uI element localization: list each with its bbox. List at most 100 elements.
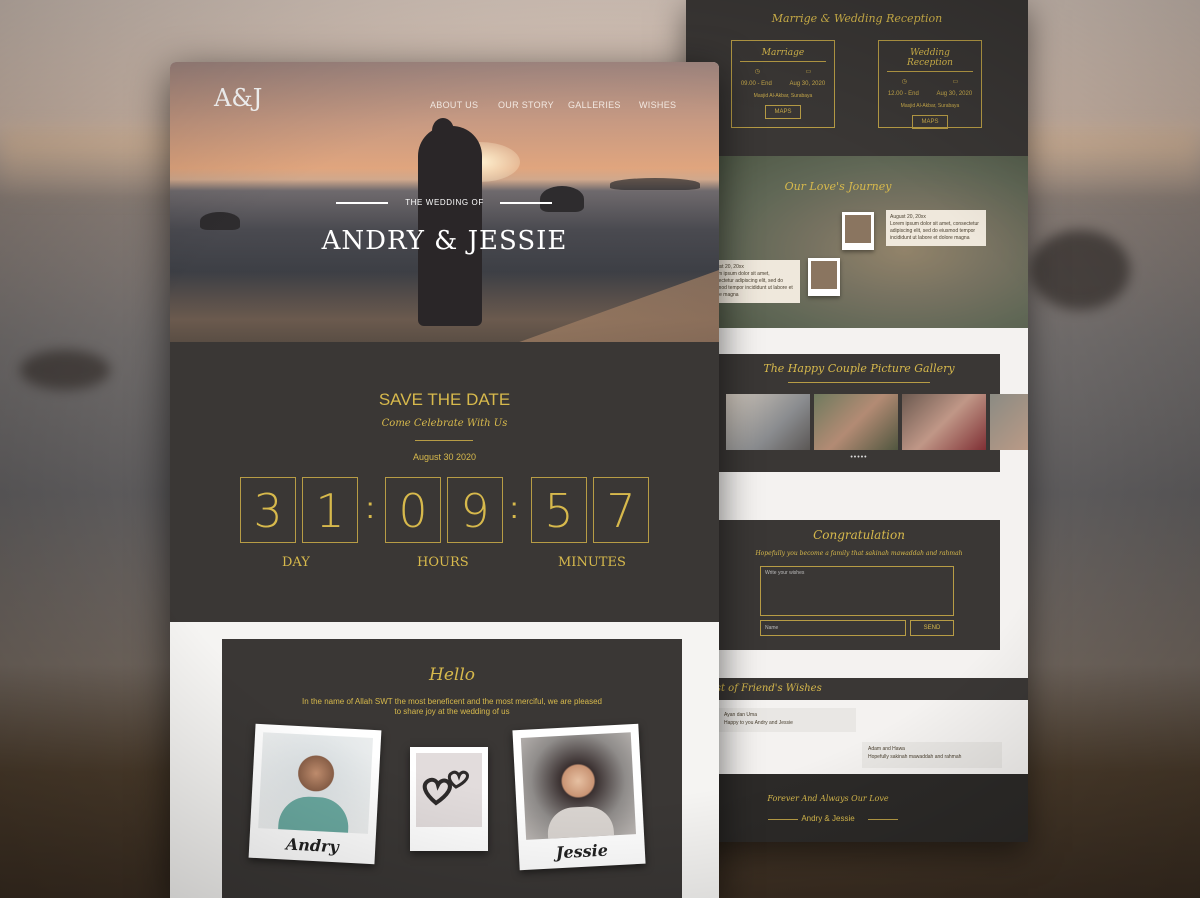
journey-title: Our Love's Journey: [784, 180, 892, 193]
save-divider: [415, 440, 473, 441]
wishes-title: List of Friend's Wishes: [706, 683, 822, 694]
congratulation-section: Congratulation Hopefully you become a fa…: [718, 520, 1000, 650]
nav-wishes[interactable]: WISHES: [639, 100, 676, 110]
countdown-separator: :: [366, 492, 375, 525]
groom-photo: [258, 732, 374, 834]
event-date: Aug 30, 2020: [789, 81, 826, 87]
gallery-title-underline: [788, 382, 930, 383]
countdown-day-digit: 1: [302, 477, 358, 543]
countdown-hour-digit: 9: [447, 477, 503, 543]
groom-name: Andry: [285, 834, 340, 857]
site-logo[interactable]: A&J: [214, 84, 262, 112]
event-card-reception: Wedding Reception ◷ ▭ 12.00 - End Aug 30, …: [878, 40, 982, 129]
gallery-title: The Happy Couple Picture Gallery: [763, 362, 955, 375]
hero-section: A&J ABOUT US OUR STORY GALLERIES WISHES …: [170, 62, 719, 362]
hero-title: ANDRY & JESSIE: [321, 226, 568, 256]
gallery-photo[interactable]: [726, 394, 810, 450]
nav-galleries[interactable]: GALLERIES: [568, 100, 621, 110]
countdown-hour-digit: 0: [385, 477, 441, 543]
hello-text-line2: to share joy at the wedding of us: [394, 707, 510, 716]
gallery-dots[interactable]: •••••: [718, 454, 1000, 461]
wish-name: Ayan dan Uma: [724, 712, 757, 718]
main-page-preview: A&J ABOUT US OUR STORY GALLERIES WISHES …: [170, 62, 719, 898]
nav-our-story[interactable]: OUR STORY: [498, 100, 554, 110]
footer-line: [868, 819, 898, 820]
wish-text: Happy to you Andry and Jessie: [724, 719, 793, 726]
wish-item: Ayan dan Uma Happy to you Andry and Jess…: [718, 708, 856, 732]
event-time: 12.00 - End: [887, 91, 919, 97]
footer: Forever And Always Our Love Andry & Jess…: [718, 774, 1028, 842]
save-date: August 30 2020: [412, 452, 477, 462]
calendar-icon: ▭: [805, 69, 812, 75]
event-date: Aug 30, 2020: [936, 91, 973, 97]
silhouette-head: [432, 118, 454, 144]
event-title: Marriage: [740, 48, 826, 62]
groom-shirt: [278, 795, 350, 833]
background-rock: [20, 350, 110, 390]
footer-title: Forever And Always Our Love: [767, 794, 889, 803]
photo-placeholder: [811, 261, 837, 289]
clock-icon: ◷: [754, 69, 761, 75]
clock-icon: ◷: [901, 79, 908, 85]
countdown-unit-hours: HOURS: [417, 555, 469, 570]
textarea-placeholder: Write your wishes: [765, 570, 805, 576]
save-subtitle: Come Celebrate With Us: [381, 418, 508, 429]
footer-names: Andry & Jessie: [801, 814, 855, 823]
send-button[interactable]: SEND: [910, 620, 954, 636]
hello-text-line1: In the name of Allah SWT the most benefi…: [301, 697, 602, 706]
groom-photo-frame: Andry: [248, 723, 382, 865]
bride-scarf: [546, 805, 615, 839]
hearts-frame: [410, 747, 488, 851]
note-date: August 20, 20xx: [890, 214, 926, 220]
events-section: Marrige & Wedding Reception Marriage ◷ ▭ …: [686, 0, 1028, 156]
events-title: Marrige & Wedding Reception: [771, 12, 943, 25]
countdown-minute-digit: 7: [593, 477, 649, 543]
nav-about-us[interactable]: ABOUT US: [430, 100, 478, 110]
bride-photo: [520, 732, 637, 840]
name-placeholder: Name: [765, 625, 779, 631]
event-card-marriage: Marriage ◷ ▭ 09.00 - End Aug 30, 2020 Masj…: [731, 40, 835, 128]
note-text: Lorem ipsum dolor sit amet, consectetur …: [890, 221, 979, 241]
journey-photo: [808, 258, 840, 296]
event-time: 09.00 - End: [740, 81, 772, 87]
save-title: SAVE THE DATE: [378, 390, 511, 409]
hero-pretitle: THE WEDDING OF: [405, 198, 484, 207]
note-date: August 20, 20xx: [708, 264, 744, 270]
gallery-photo[interactable]: [990, 394, 1028, 450]
event-place: Masjid Al-Akbar, Surabaya: [753, 93, 813, 99]
bride-photo-frame: Jessie: [512, 723, 646, 871]
right-page-preview: Marrige & Wedding Reception Marriage ◷ ▭ …: [686, 0, 1028, 842]
hello-title: Hello: [429, 665, 475, 685]
wish-item: Adam and Hawa Hopefully sakinah mawaddah…: [862, 742, 1002, 768]
countdown-separator: :: [510, 492, 519, 525]
journey-photo: [842, 212, 874, 250]
wishes-textarea[interactable]: Write your wishes: [760, 566, 954, 616]
maps-button[interactable]: MAPS: [912, 115, 948, 129]
event-place: Masjid Al-Akbar, Surabaya: [900, 103, 960, 109]
countdown-minute-digit: 5: [531, 477, 587, 543]
calendar-icon: ▭: [952, 79, 959, 85]
wish-text: Hopefully sakinah mawaddah and rahmah: [868, 753, 962, 760]
journey-note: August 20, 20xx Lorem ipsum dolor sit am…: [886, 210, 986, 246]
congrat-title: Congratulation: [813, 528, 905, 542]
sea-rock: [610, 178, 700, 190]
countdown-day-digit: 3: [240, 477, 296, 543]
event-time-row: 12.00 - End Aug 30, 2020: [879, 91, 981, 97]
congrat-subtitle: Hopefully you become a family that sakin…: [755, 550, 963, 557]
footer-line: [768, 819, 798, 820]
photo-placeholder: [845, 215, 871, 243]
bride-name: Jessie: [555, 840, 609, 863]
save-the-date-section: SAVE THE DATE Come Celebrate With Us Aug…: [170, 342, 719, 622]
countdown-unit-minutes: MINUTES: [558, 555, 626, 570]
wish-name: Adam and Hawa: [868, 746, 905, 752]
love-journey-section: Our Love's Journey August 20, 20xx Lorem…: [704, 156, 1028, 328]
gallery-photo[interactable]: [902, 394, 986, 450]
countdown-unit-day: DAY: [282, 555, 310, 570]
name-input[interactable]: Name: [760, 620, 906, 636]
hearts-bg: [416, 753, 482, 827]
note-text: Lorem ipsum dolor sit amet, consectetur …: [708, 271, 793, 298]
event-time-row: 09.00 - End Aug 30, 2020: [732, 81, 834, 87]
gallery-photo[interactable]: [814, 394, 898, 450]
event-icons-row: ◷ ▭: [879, 78, 981, 85]
maps-button[interactable]: MAPS: [765, 105, 801, 119]
